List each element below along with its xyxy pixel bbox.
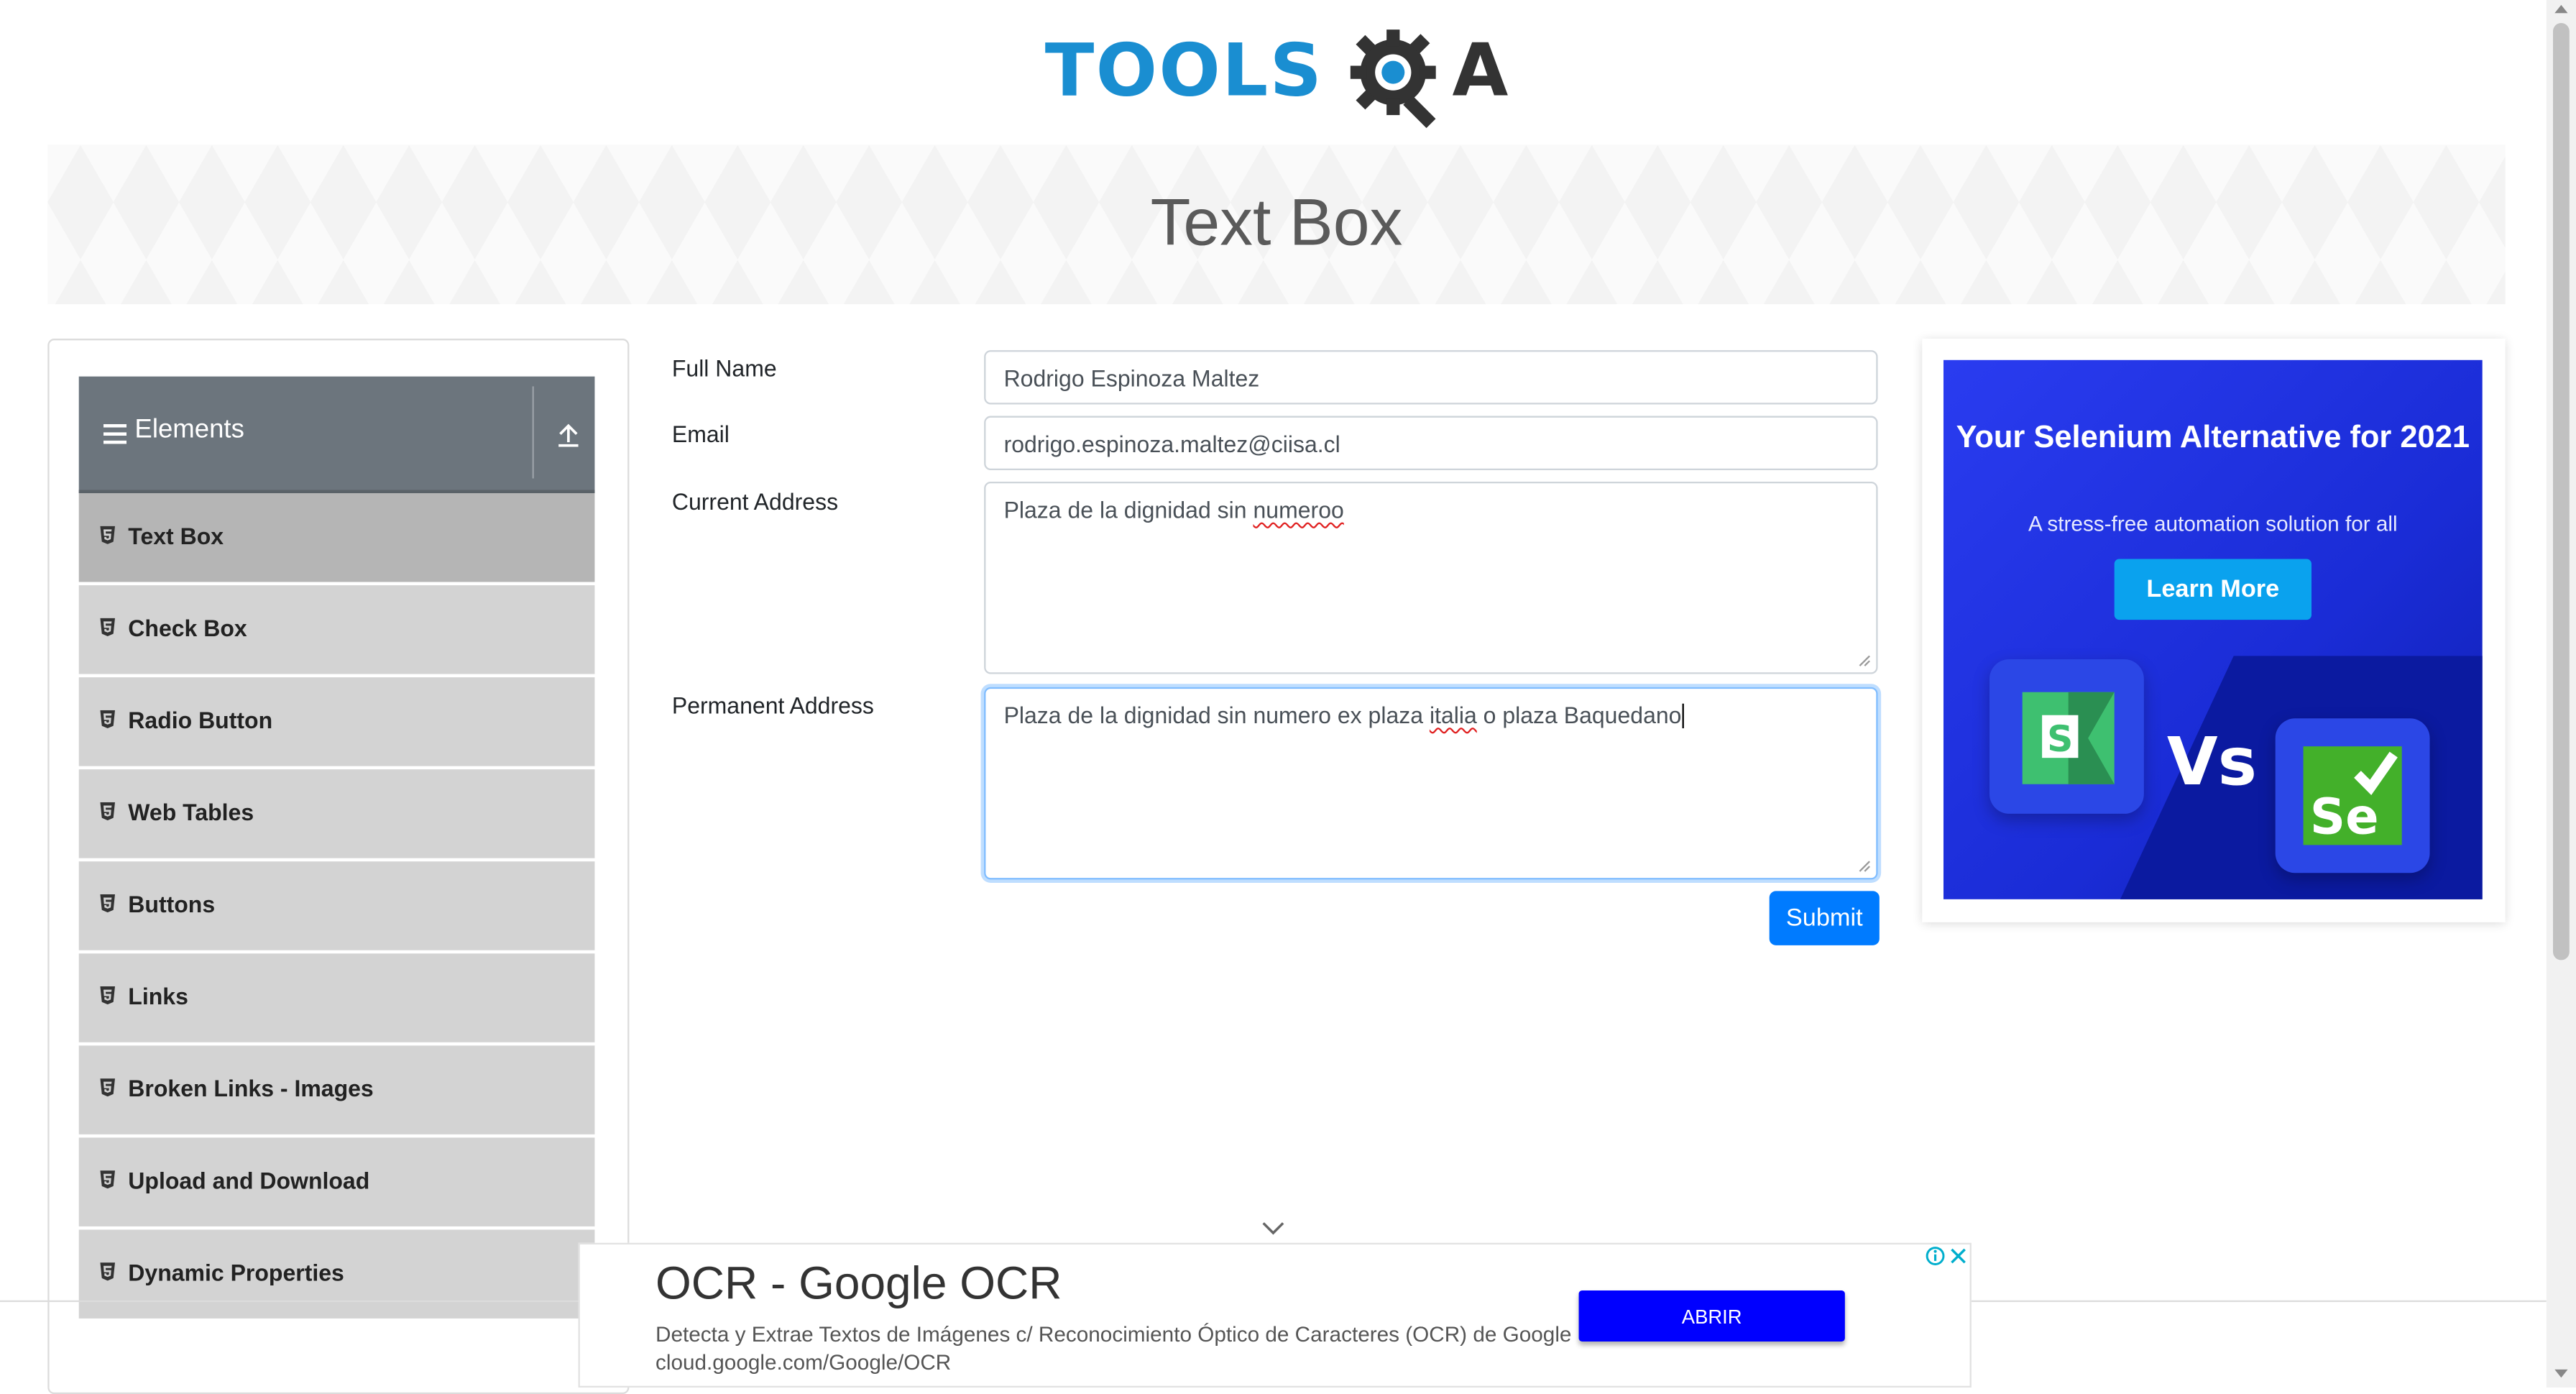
sidebar-item-label: Buttons bbox=[128, 891, 216, 917]
elements-group-header[interactable]: Elements bbox=[78, 376, 595, 494]
sidebar-item-label: Broken Links - Images bbox=[128, 1075, 374, 1102]
scroll-thumb[interactable] bbox=[2552, 23, 2570, 960]
sidebar: Elements Text Box Check Box Radio Button… bbox=[47, 339, 630, 1394]
logo-text-tail: A bbox=[1452, 29, 1509, 114]
logo-text: TOOLS bbox=[1044, 29, 1324, 114]
sidebar-item-web-tables[interactable]: Web Tables bbox=[78, 769, 595, 858]
ad-subtitle: A stress-free automation solution for al… bbox=[2028, 511, 2398, 536]
divider bbox=[532, 386, 534, 479]
full-name-input[interactable]: Rodrigo Espinoza Maltez bbox=[984, 350, 1878, 405]
sidebar-item-radio-button[interactable]: Radio Button bbox=[78, 677, 595, 766]
selenium-letters: Se bbox=[2310, 788, 2379, 845]
katalon-logo-icon: S bbox=[2022, 692, 2115, 784]
bottom-ad-title[interactable]: OCR - Google OCR bbox=[656, 1257, 1062, 1310]
permanent-address-text-end: o plaza Baquedano bbox=[1476, 702, 1682, 729]
sidebar-item-label: Check Box bbox=[128, 615, 247, 641]
side-ad-card: Your Selenium Alternative for 2021 A str… bbox=[1922, 339, 2506, 922]
bottom-ad[interactable]: OCR - Google OCR Detecta y Extrae Textos… bbox=[578, 1242, 1972, 1388]
scroll-down-arrow-icon[interactable] bbox=[2554, 1369, 2568, 1378]
bottom-ad-text: Detecta y Extrae Textos de Imágenes c/ R… bbox=[655, 1321, 1572, 1375]
abrir-button[interactable]: ABRIR bbox=[1578, 1290, 1845, 1342]
resize-handle-icon[interactable] bbox=[1858, 654, 1871, 667]
ad-title: Your Selenium Alternative for 2021 bbox=[1956, 421, 2470, 456]
katalon-letter: S bbox=[2047, 717, 2073, 760]
group-title: Elements bbox=[134, 416, 244, 444]
resize-handle-icon[interactable] bbox=[1858, 860, 1871, 873]
side-ad[interactable]: Your Selenium Alternative for 2021 A str… bbox=[1943, 359, 2483, 899]
sidebar-item-label: Web Tables bbox=[128, 799, 254, 825]
scroll-up-arrow-icon[interactable] bbox=[2554, 4, 2568, 14]
html5-icon bbox=[100, 802, 115, 821]
adchoices-icon[interactable] bbox=[1923, 1244, 1970, 1268]
toolsqa-logo[interactable]: TOOLS A bbox=[1045, 23, 1512, 132]
selenium-logo-tile: Se bbox=[2275, 718, 2430, 873]
html5-icon bbox=[100, 1262, 115, 1281]
html5-icon bbox=[100, 710, 115, 729]
html5-icon bbox=[100, 618, 115, 636]
html5-icon bbox=[100, 986, 115, 1005]
submit-button[interactable]: Submit bbox=[1769, 891, 1880, 945]
sidebar-item-label: Links bbox=[128, 983, 188, 1010]
sidebar-item-dynamic-properties[interactable]: Dynamic Properties bbox=[78, 1229, 595, 1319]
sidebar-item-links[interactable]: Links bbox=[78, 953, 595, 1042]
sidebar-item-broken-links[interactable]: Broken Links - Images bbox=[78, 1045, 595, 1134]
permanent-address-label: Permanent Address bbox=[671, 692, 874, 719]
sidebar-item-label: Dynamic Properties bbox=[128, 1259, 344, 1286]
email-input[interactable]: rodrigo.espinoza.maltez@ciisa.cl bbox=[984, 416, 1878, 470]
page-title: Text Box bbox=[1150, 187, 1403, 260]
sidebar-item-label: Radio Button bbox=[128, 707, 273, 733]
versus-text: Vs bbox=[2166, 725, 2258, 801]
page-banner: Text Box bbox=[47, 145, 2506, 305]
sidebar-item-buttons[interactable]: Buttons bbox=[78, 861, 595, 950]
elements-menu: Text Box Check Box Radio Button Web Tabl… bbox=[78, 493, 595, 1321]
email-label: Email bbox=[671, 421, 730, 447]
collapse-arrow-icon[interactable] bbox=[552, 419, 585, 452]
sidebar-item-check-box[interactable]: Check Box bbox=[78, 585, 595, 674]
sidebar-item-upload-download[interactable]: Upload and Download bbox=[78, 1137, 595, 1226]
html5-icon bbox=[100, 526, 115, 544]
current-address-textarea[interactable]: Plaza de la dignidad sin numeroo bbox=[984, 482, 1878, 674]
text-caret bbox=[1681, 703, 1683, 729]
katalon-logo-tile: S bbox=[1989, 659, 2144, 814]
permanent-address-text: Plaza de la dignidad sin numero ex plaza bbox=[1003, 702, 1430, 729]
chevron-down-icon[interactable] bbox=[1260, 1220, 1287, 1237]
permanent-address-textarea[interactable]: Plaza de la dignidad sin numero ex plaza… bbox=[984, 687, 1878, 880]
hamburger-icon bbox=[103, 423, 126, 444]
html5-icon bbox=[100, 1170, 115, 1189]
sidebar-item-label: Upload and Download bbox=[128, 1167, 370, 1194]
learn-more-button[interactable]: Learn More bbox=[2114, 559, 2312, 620]
html5-icon bbox=[100, 1078, 115, 1097]
gear-magnifier-icon bbox=[1350, 29, 1436, 129]
misspelled-word: numeroo bbox=[1253, 496, 1344, 523]
vertical-scrollbar[interactable] bbox=[2546, 0, 2576, 1388]
html5-icon bbox=[100, 894, 115, 913]
misspelled-word: italia bbox=[1429, 702, 1477, 729]
full-name-label: Full Name bbox=[671, 354, 777, 382]
sidebar-item-text-box[interactable]: Text Box bbox=[78, 493, 595, 582]
current-address-text: Plaza de la dignidad sin bbox=[1003, 496, 1254, 523]
selenium-logo-icon: Se bbox=[2303, 746, 2402, 845]
sidebar-item-label: Text Box bbox=[128, 523, 224, 549]
current-address-label: Current Address bbox=[671, 488, 839, 515]
